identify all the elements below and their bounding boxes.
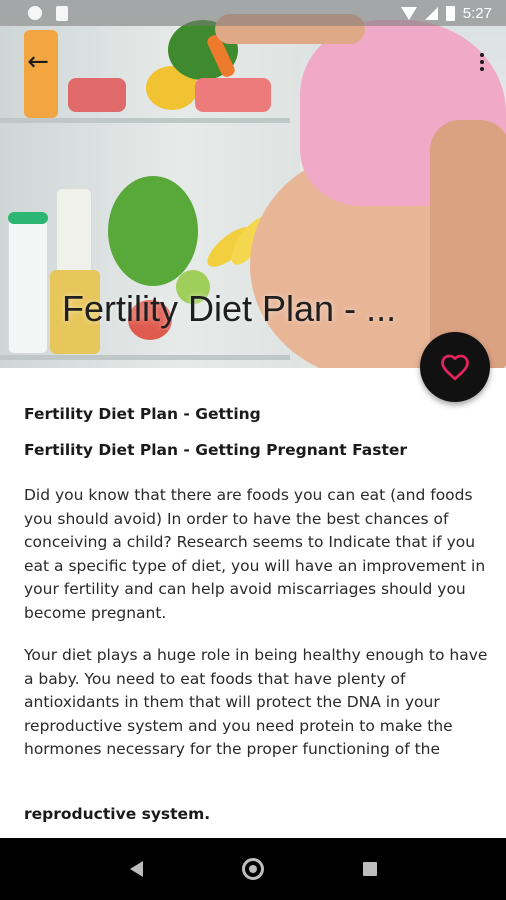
article-subheading: reproductive system.	[24, 805, 211, 823]
signal-icon	[424, 6, 438, 20]
wifi-icon	[400, 6, 417, 20]
article-heading-short: Fertility Diet Plan - Getting	[24, 405, 261, 423]
nav-home-icon[interactable]	[241, 858, 264, 880]
sd-card-icon	[56, 5, 68, 21]
status-time: 5:27	[462, 4, 492, 22]
favorite-button[interactable]	[420, 332, 490, 402]
hero-title: Fertility Diet Plan - ...	[62, 288, 397, 329]
battery-icon	[445, 5, 455, 21]
notification-icon	[28, 6, 42, 20]
arrow-left-icon: ←	[27, 47, 49, 77]
system-nav-bar	[0, 838, 506, 900]
article-heading: Fertility Diet Plan - Getting Pregnant F…	[24, 441, 408, 459]
nav-back-icon[interactable]	[129, 861, 143, 877]
article-paragraph-1: Did you know that there are foods you ca…	[24, 486, 486, 622]
back-button[interactable]: ←	[22, 46, 54, 78]
article-paragraph-2: Your diet plays a huge role in being hea…	[24, 646, 488, 759]
more-vert-icon	[480, 53, 484, 57]
more-options-button[interactable]	[474, 46, 490, 78]
status-bar: 5:27	[0, 0, 506, 26]
screen: 5:27 ← Fertility Diet Plan - ... Fertili…	[0, 0, 506, 900]
nav-recents-icon[interactable]	[362, 862, 377, 876]
heart-outline-icon	[441, 354, 469, 381]
